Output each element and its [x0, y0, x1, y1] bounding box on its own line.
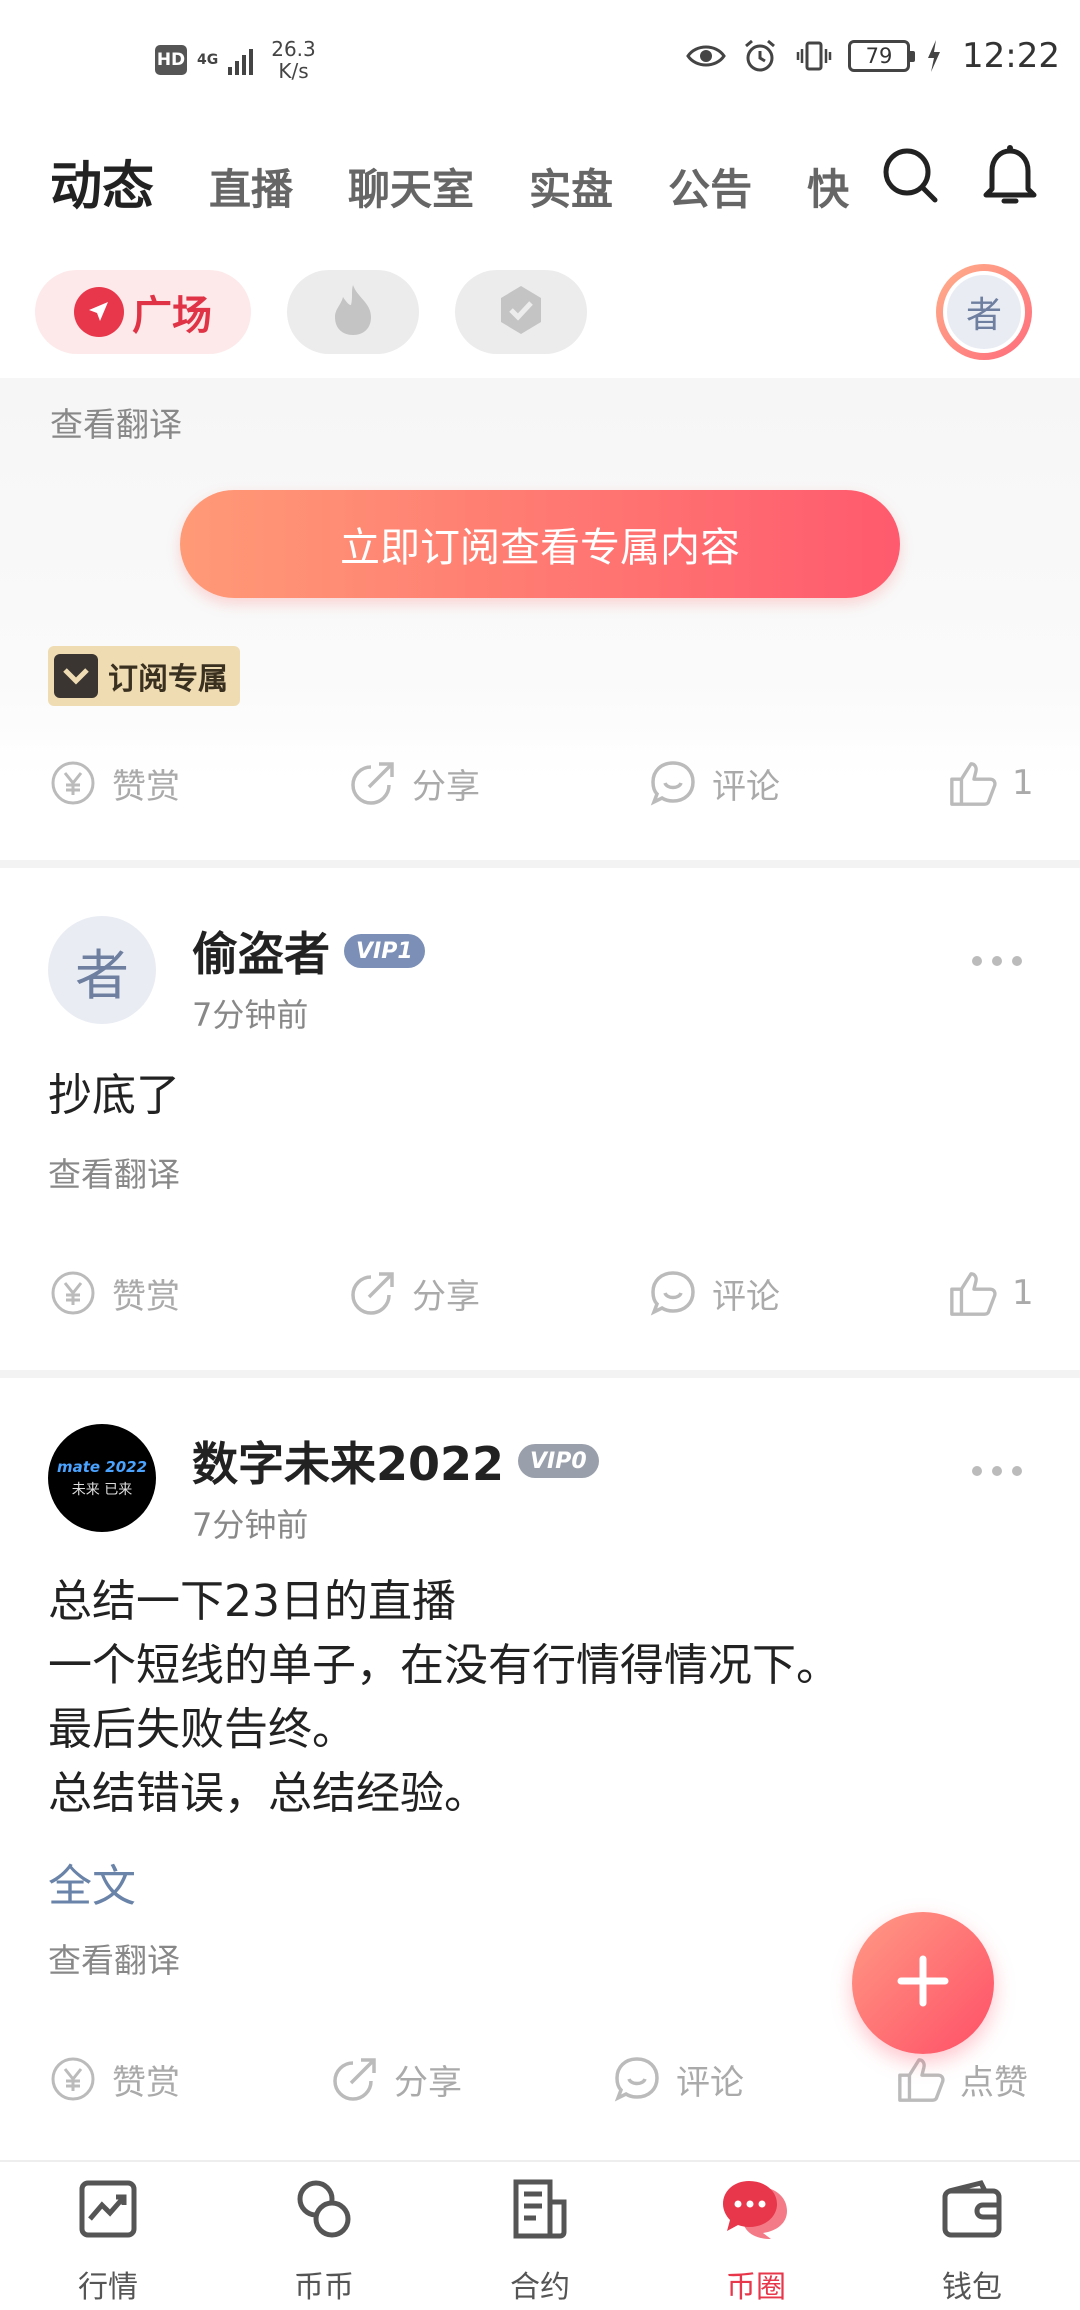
chip-hot[interactable] [287, 270, 419, 354]
tab-chatroom[interactable]: 聊天室 [348, 156, 474, 217]
post-actions: 赞赏 分享 评论 点赞 [0, 2054, 1080, 2134]
subscribe-button[interactable]: 立即订阅查看专属内容 [180, 490, 900, 598]
network-speed: 26.3 K/s [271, 37, 316, 83]
network-type: 4G [197, 52, 219, 68]
post-time: 7分钟前 [192, 996, 309, 1034]
author-name[interactable]: 数字未来2022 VIP0 [192, 1428, 599, 1494]
status-right: 79 12:22 [686, 36, 1060, 76]
bell-icon[interactable] [980, 142, 1040, 208]
translate-link[interactable]: 查看翻译 [50, 398, 182, 446]
divider [0, 860, 1080, 868]
share-icon [330, 2054, 380, 2104]
coins-icon [289, 2174, 359, 2244]
post-card: 者 偷盗者 VIP1 7分钟前 抄底了 查看翻译 赞赏 分享 评论 1 [0, 868, 1080, 1370]
thumbs-up-icon [948, 758, 998, 808]
shield-check-icon [497, 284, 545, 340]
tip-button[interactable]: 赞赏 [48, 2054, 180, 2104]
comment-button[interactable]: 评论 [612, 2054, 744, 2104]
tab-bar: 动态 直播 聊天室 实盘 公告 快讯 [50, 144, 850, 219]
share-icon [348, 758, 398, 808]
tip-button[interactable]: 赞赏 [48, 1268, 180, 1318]
post-text[interactable]: 抄底了 [48, 1064, 180, 1128]
plus-icon [895, 1953, 951, 2013]
thumbs-up-icon [948, 1268, 998, 1318]
comment-button[interactable]: 评论 [648, 1268, 780, 1318]
new-post-button[interactable] [852, 1912, 994, 2054]
author-avatar[interactable]: 者 [48, 916, 156, 1024]
author-name[interactable]: 偷盗者 VIP1 [192, 918, 425, 984]
battery-indicator: 79 [848, 40, 916, 72]
tip-button[interactable]: 赞赏 [48, 758, 180, 808]
document-icon [505, 2174, 575, 2244]
nav-contract[interactable]: 合约 [470, 2174, 610, 2306]
comment-icon [648, 1268, 698, 1318]
post-subscription: 查看翻译 立即订阅查看专属内容 订阅专属 赞赏 分享 评论 1 [0, 378, 1080, 860]
comment-icon [612, 2054, 662, 2104]
post-actions: 赞赏 分享 评论 1 [0, 1268, 1080, 1348]
translate-link[interactable]: 查看翻译 [48, 1934, 180, 1982]
wallet-icon [937, 2174, 1007, 2244]
tab-real-trading[interactable]: 实盘 [529, 156, 613, 217]
nav-spot[interactable]: 币币 [254, 2174, 394, 2306]
comment-icon [648, 758, 698, 808]
clock: 12:22 [962, 36, 1060, 76]
signal-icon [228, 45, 254, 75]
send-icon [74, 287, 124, 337]
full-text-link[interactable]: 全文 [48, 1850, 136, 1914]
alarm-icon [740, 36, 780, 76]
charging-icon [924, 36, 944, 76]
status-left: HD 4G 26.3 K/s [155, 38, 316, 82]
post-text[interactable]: 总结一下23日的直播 一个短线的单子，在没有行情得情况下。 最后失败告终。 总结… [48, 1570, 840, 1826]
vibrate-icon [794, 36, 834, 76]
post-actions: 赞赏 分享 评论 1 [0, 758, 1080, 838]
divider [0, 1370, 1080, 1378]
thumbs-up-icon [896, 2054, 946, 2104]
author-avatar[interactable]: mate 2022 未来 已来 [48, 1424, 156, 1532]
share-icon [348, 1268, 398, 1318]
chart-icon [73, 2174, 143, 2244]
chevron-badge-icon [54, 654, 98, 698]
comment-button[interactable]: 评论 [648, 758, 780, 808]
subscription-badge: 订阅专属 [48, 646, 240, 706]
yen-icon [48, 2054, 98, 2104]
like-button[interactable]: 点赞 [896, 2054, 1028, 2104]
post-time: 7分钟前 [192, 1506, 309, 1544]
nav-wallet[interactable]: 钱包 [902, 2174, 1042, 2306]
tab-announcements[interactable]: 公告 [668, 156, 752, 217]
nav-community[interactable]: 币圈 [686, 2174, 826, 2306]
like-button[interactable]: 1 [948, 1268, 1034, 1318]
nav-market[interactable]: 行情 [38, 2174, 178, 2306]
yen-icon [48, 1268, 98, 1318]
like-button[interactable]: 1 [948, 758, 1034, 808]
more-options-icon[interactable] [972, 956, 1022, 968]
chip-plaza-label: 广场 [132, 293, 212, 339]
top-nav: 动态 直播 聊天室 实盘 公告 快讯 [0, 120, 1080, 240]
chip-plaza[interactable]: 广场 [35, 270, 251, 354]
share-button[interactable]: 分享 [348, 758, 480, 808]
share-button[interactable]: 分享 [348, 1268, 480, 1318]
tab-feed[interactable]: 动态 [50, 144, 154, 219]
share-button[interactable]: 分享 [330, 2054, 462, 2104]
more-options-icon[interactable] [972, 1466, 1022, 1478]
chip-verified[interactable] [455, 270, 587, 354]
nav-actions [880, 142, 1040, 208]
eye-icon [686, 36, 726, 76]
hd-indicator: HD [155, 45, 187, 75]
chat-bubble-icon [721, 2174, 791, 2244]
bottom-nav: 行情 币币 合约 币圈 钱包 [0, 2160, 1080, 2310]
tab-live[interactable]: 直播 [209, 156, 293, 217]
vip-badge: VIP1 [344, 934, 425, 968]
yen-icon [48, 758, 98, 808]
flame-icon [331, 283, 375, 341]
status-bar: HD 4G 26.3 K/s 79 12:22 [0, 0, 1080, 120]
search-icon[interactable] [880, 142, 940, 208]
tab-flash-news[interactable]: 快讯 [807, 156, 850, 217]
user-avatar[interactable]: 者 [936, 264, 1032, 360]
translate-link[interactable]: 查看翻译 [48, 1148, 180, 1196]
filter-row: 广场 者 [0, 260, 1080, 360]
vip-badge: VIP0 [518, 1444, 599, 1478]
